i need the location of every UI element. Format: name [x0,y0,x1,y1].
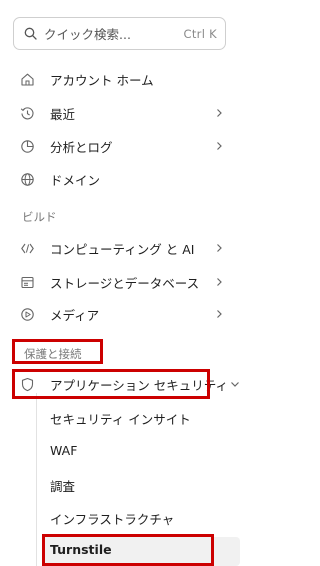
pie-chart-icon [18,137,36,155]
nav-label-compute-ai: コンピューティング と AI [50,241,195,257]
nav-item-compute-ai[interactable]: コンピューティング と AI [18,233,230,263]
section-protect-connect: 保護と接続 [24,347,82,361]
nav-label-application-security: アプリケーション セキュリティ [50,377,228,393]
code-brackets-icon [18,239,36,257]
chevron-right-icon [212,275,226,289]
home-icon [18,70,36,88]
nav-item-media[interactable]: メディア [18,299,230,329]
play-circle-icon [18,305,36,323]
nav-label-account-home: アカウント ホーム [50,72,154,88]
nav-label-recent: 最近 [50,106,76,122]
search-box[interactable]: クイック検索... Ctrl K [13,17,226,50]
database-icon [18,273,36,291]
search-placeholder: クイック検索... [44,27,131,42]
chevron-right-icon [212,139,226,153]
nav-label-domains: ドメイン [50,172,101,188]
chevron-down-icon [228,377,242,391]
nav-item-application-security[interactable]: アプリケーション セキュリティ [18,369,239,399]
subnav-item-investigate[interactable]: 調査 [50,476,75,495]
nav-item-domains[interactable]: ドメイン [18,164,230,194]
search-shortcut: Ctrl K [183,26,217,41]
subnav-item-waf[interactable]: WAF [50,443,77,458]
globe-icon [18,170,36,188]
nav-item-account-home[interactable]: アカウント ホーム [18,64,230,94]
section-build: ビルド [22,210,57,224]
subnav-item-turnstile[interactable]: Turnstile [50,542,112,557]
search-icon [23,27,37,41]
chevron-right-icon [212,241,226,255]
chevron-right-icon [212,106,226,120]
nav-label-media: メディア [50,307,100,323]
nav-label-storage-db: ストレージとデータベース [50,275,200,291]
nav-item-storage-db[interactable]: ストレージとデータベース [18,267,230,297]
subnav-item-security-insights[interactable]: セキュリティ インサイト [50,409,191,428]
submenu-tree-line [36,393,37,566]
subnav-item-infrastructure[interactable]: インフラストラクチャ [50,509,174,528]
nav-item-analytics-logs[interactable]: 分析とログ [18,131,230,161]
shield-icon [18,375,36,393]
nav-label-analytics-logs: 分析とログ [50,139,113,155]
nav-item-recent[interactable]: 最近 [18,98,230,128]
chevron-right-icon [212,307,226,321]
history-icon [18,104,36,122]
